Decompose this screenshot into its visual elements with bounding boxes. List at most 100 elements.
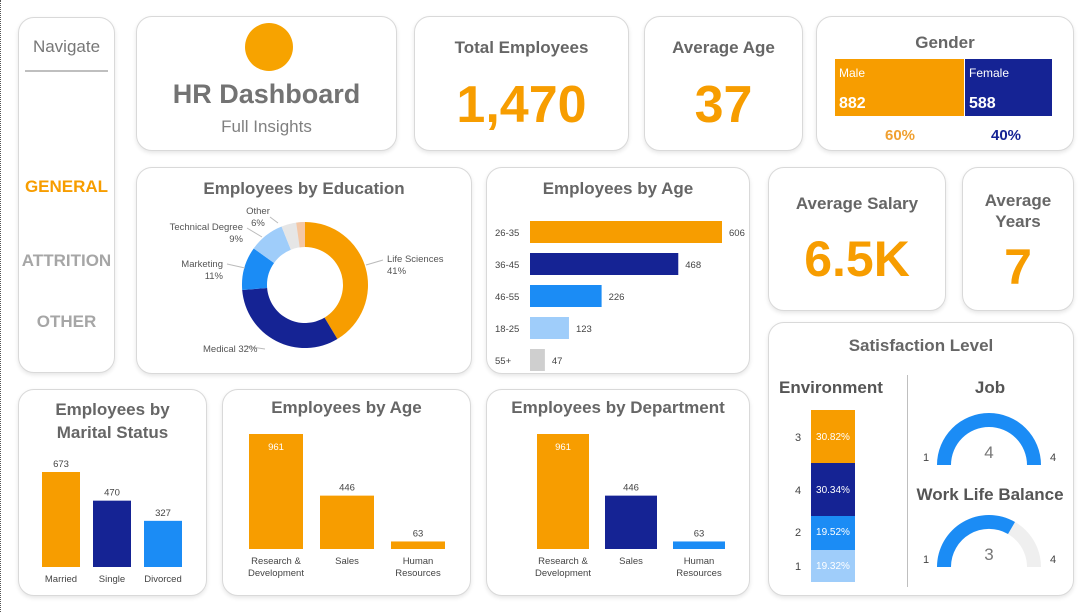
donut-leader-marketing — [226, 263, 246, 269]
kpi-average-age: Average Age 37 — [644, 16, 803, 151]
dept-tick-sales: Sales — [619, 556, 643, 567]
education-chart-card: Employees by Education Life Sciences 41% M… — [136, 167, 472, 374]
wlb-gauge: 3 1 4 — [923, 515, 1056, 567]
dept-tick-research-development: Development — [535, 568, 591, 579]
donut-label-other: 6% — [251, 218, 265, 229]
agev-bar-sales — [320, 495, 374, 549]
dept-bar-sales — [605, 495, 657, 549]
marital-tick-married: Married — [45, 574, 77, 585]
donut-label-technical-degree: 9% — [229, 234, 243, 245]
hbar-tick-46-55: 46-55 — [495, 292, 519, 303]
kpi-average-salary-label: Average Salary — [795, 194, 919, 213]
hbar-26-35 — [530, 221, 722, 243]
donut-label-technical-degree: Technical Degree — [170, 222, 243, 233]
kpi-average-years-label: Average Years — [984, 191, 1052, 231]
environment-segment-1: 19.32% — [811, 550, 855, 582]
hbar-55 — [530, 349, 545, 371]
nav-title: Navigate — [32, 37, 101, 56]
age-hbar-chart-card: Employees by Age 26-35 606 36-45 468 46-55 22… — [486, 167, 750, 374]
department-bar-chart: 961 Research &Development 446 Sales 63 HumanR… — [535, 434, 725, 579]
gender-female-pct: 40% — [991, 127, 1022, 144]
agev-value-human-resources: 63 — [413, 528, 424, 539]
marital-tick-single: Single — [99, 574, 125, 585]
marital-value-married: 673 — [53, 459, 69, 470]
agev-value-sales: 446 — [339, 483, 355, 494]
environment-segment-1-pct: 19.32% — [816, 561, 850, 572]
hbar-value-55: 47 — [552, 356, 563, 367]
age-vbar-chart-card: Employees by Age 961 Research & Developmen… — [222, 389, 471, 596]
agev-tick-research-development: Development — [248, 568, 304, 579]
gender-female-segment: Female 588 — [965, 59, 1052, 116]
nav-item-other[interactable]: OTHER — [19, 312, 114, 332]
job-gauge: 4 1 4 — [923, 413, 1056, 465]
kpi-average-salary: Average Salary 6.5K — [768, 167, 946, 311]
nav-item-attrition[interactable]: ATTRITION — [19, 251, 114, 271]
gender-male-pct: 60% — [885, 127, 916, 144]
donut-leader-technical-degree — [246, 227, 263, 238]
dept-tick-research-development: Research & — [538, 556, 588, 567]
header-card: HR Dashboard Full Insights — [136, 16, 397, 151]
hbar-tick-36-45: 36-45 — [495, 260, 519, 271]
donut-label-marketing: 11% — [205, 271, 224, 282]
marital-bar-married — [42, 472, 80, 567]
hbar-value-46-55: 226 — [609, 292, 625, 303]
page-subtitle: Full Insights — [221, 117, 312, 136]
dept-value-sales: 446 — [623, 483, 639, 494]
kpi-average-years-value: 7 — [1004, 239, 1032, 295]
marital-chart-card: Employees by Marital Status 673 Married 47… — [18, 389, 207, 596]
wlb-gauge-fill — [937, 515, 1015, 567]
donut-label-other: Other — [246, 206, 270, 217]
kpi-total-employees-value: 1,470 — [456, 76, 587, 134]
satisfaction-card: Satisfaction Level Environment 30.82% 30… — [768, 322, 1074, 596]
marital-bar-single — [93, 500, 131, 567]
hbar-46-55 — [530, 285, 602, 307]
dept-bar-human-resources — [673, 541, 725, 549]
page-title: HR Dashboard — [172, 79, 361, 109]
kpi-average-age-label: Average Age — [672, 38, 775, 57]
wlb-gauge-max: 4 — [1050, 554, 1056, 566]
job-gauge-max: 4 — [1050, 452, 1056, 464]
satisfaction-title: Satisfaction Level — [848, 336, 994, 355]
agev-tick-research-development: Research & — [251, 556, 301, 567]
gender-male-value: 882 — [839, 95, 866, 112]
donut-label-life-sciences: 41% — [387, 266, 407, 277]
nav-item-general[interactable]: GENERAL — [19, 177, 114, 197]
satisfaction-divider — [907, 375, 908, 587]
environment-segment-4: 30.34% — [811, 463, 855, 516]
environment-title: Environment — [779, 378, 883, 397]
age-vbar-chart: 961 Research &Development 446 Sales 63 HumanR… — [248, 434, 445, 579]
dept-tick-human-resources: Resources — [676, 568, 722, 579]
marital-bar-divorced — [144, 520, 182, 567]
hbar-tick-18-25: 18-25 — [495, 324, 519, 335]
hbar-value-26-35: 606 — [729, 228, 745, 239]
kpi-total-employees-label: Total Employees — [454, 38, 589, 57]
kpi-average-salary-value: 6.5K — [804, 231, 910, 287]
gender-male-segment: Male 882 — [835, 59, 964, 116]
donut-leader-life-sciences — [365, 259, 384, 266]
nav-divider — [25, 70, 108, 72]
marital-bar-chart: 673 Married 470 Single 327 Divorced — [42, 459, 182, 585]
gender-female-label: Female — [969, 66, 1010, 80]
kpi-total-employees: Total Employees 1,470 — [414, 16, 629, 151]
job-gauge-min: 1 — [923, 452, 929, 464]
environment-level-2: 2 — [795, 527, 802, 539]
environment-level-3: 3 — [795, 432, 802, 444]
donut-slice-life-sciences — [305, 222, 368, 340]
page-edge — [0, 0, 2, 612]
logo-circle — [245, 23, 293, 71]
agev-tick-human-resources: Human — [403, 556, 434, 567]
hbar-tick-26-35: 26-35 — [495, 228, 519, 239]
nav-panel: Navigate GENERAL ATTRITION OTHER — [18, 17, 115, 373]
gender-card: Gender Male 882 Female 588 60% 40% — [816, 16, 1074, 151]
gender-male-label: Male — [839, 66, 866, 80]
agev-tick-sales: Sales — [335, 556, 359, 567]
hbar-value-18-25: 123 — [576, 324, 592, 335]
environment-stacked-bar: 30.82% 30.34% 19.52% 19.32% — [811, 410, 855, 582]
donut-label-marketing: Marketing — [181, 259, 223, 270]
department-chart-card: Employees by Department 961 Research & Dev… — [486, 389, 750, 596]
education-donut-chart: Life Sciences41% Medical 32% Marketing11% T… — [170, 206, 444, 355]
environment-segment-4-pct: 30.34% — [816, 485, 850, 496]
gender-title: Gender — [915, 33, 975, 52]
environment-segment-2-pct: 19.52% — [816, 527, 850, 538]
environment-segment-3-pct: 30.82% — [816, 432, 850, 443]
